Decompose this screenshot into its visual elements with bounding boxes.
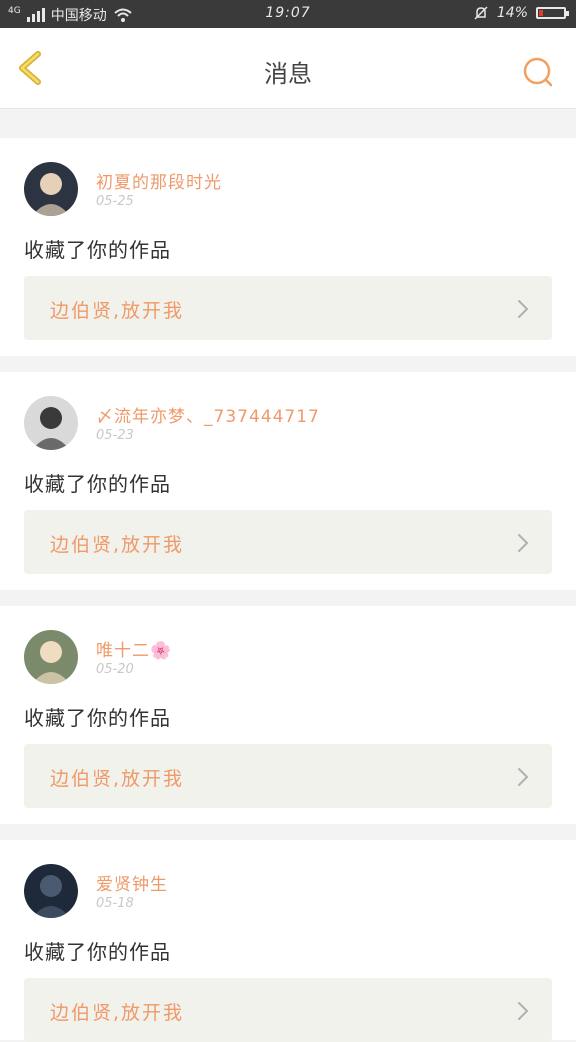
message-action: 收藏了你的作品 xyxy=(24,238,171,262)
header: 消息 xyxy=(0,28,576,109)
battery-icon xyxy=(536,7,569,19)
mute-bell-icon xyxy=(474,6,488,20)
chevron-right-icon xyxy=(518,534,529,552)
message-date: 05-23 xyxy=(96,428,134,443)
work-title: 边伯贤,放开我 xyxy=(50,534,185,556)
work-title: 边伯贤,放开我 xyxy=(50,300,185,322)
chevron-right-icon xyxy=(518,1002,529,1020)
avatar[interactable] xyxy=(24,396,78,450)
message-card[interactable]: 〆流年亦梦、_737444717 05-23 收藏了你的作品边伯贤,放开我 xyxy=(0,372,576,590)
work-link[interactable]: 边伯贤,放开我 xyxy=(24,978,552,1042)
work-link[interactable]: 边伯贤,放开我 xyxy=(24,276,552,340)
message-date: 05-18 xyxy=(96,896,134,911)
message-card[interactable]: 唯十二🌸 05-20 收藏了你的作品边伯贤,放开我 xyxy=(0,606,576,824)
battery-percent: 14% xyxy=(496,5,528,21)
work-title: 边伯贤,放开我 xyxy=(50,1002,185,1024)
search-icon[interactable] xyxy=(522,56,554,88)
avatar[interactable] xyxy=(24,864,78,918)
message-action: 收藏了你的作品 xyxy=(24,706,171,730)
status-bar: 4G 中国移动 19:07 14% xyxy=(0,0,576,28)
page-title: 消息 xyxy=(264,60,312,88)
work-title: 边伯贤,放开我 xyxy=(50,768,185,790)
user-name[interactable]: 初夏的那段时光 xyxy=(96,168,222,193)
message-card[interactable]: 初夏的那段时光 05-25 收藏了你的作品边伯贤,放开我 xyxy=(0,138,576,356)
user-name[interactable]: 唯十二🌸 xyxy=(96,636,172,661)
status-right: 14% xyxy=(473,5,569,21)
avatar[interactable] xyxy=(24,162,78,216)
chevron-right-icon xyxy=(518,768,529,786)
message-card[interactable]: 爱贤钟生 05-18 收藏了你的作品边伯贤,放开我 xyxy=(0,840,576,1042)
message-date: 05-25 xyxy=(96,194,134,209)
user-name[interactable]: 爱贤钟生 xyxy=(96,870,168,895)
message-date: 05-20 xyxy=(96,662,134,677)
message-action: 收藏了你的作品 xyxy=(24,940,171,964)
work-link[interactable]: 边伯贤,放开我 xyxy=(24,510,552,574)
message-action: 收藏了你的作品 xyxy=(24,472,171,496)
chevron-right-icon xyxy=(518,300,529,318)
user-name[interactable]: 〆流年亦梦、_737444717 xyxy=(96,402,320,427)
avatar[interactable] xyxy=(24,630,78,684)
work-link[interactable]: 边伯贤,放开我 xyxy=(24,744,552,808)
